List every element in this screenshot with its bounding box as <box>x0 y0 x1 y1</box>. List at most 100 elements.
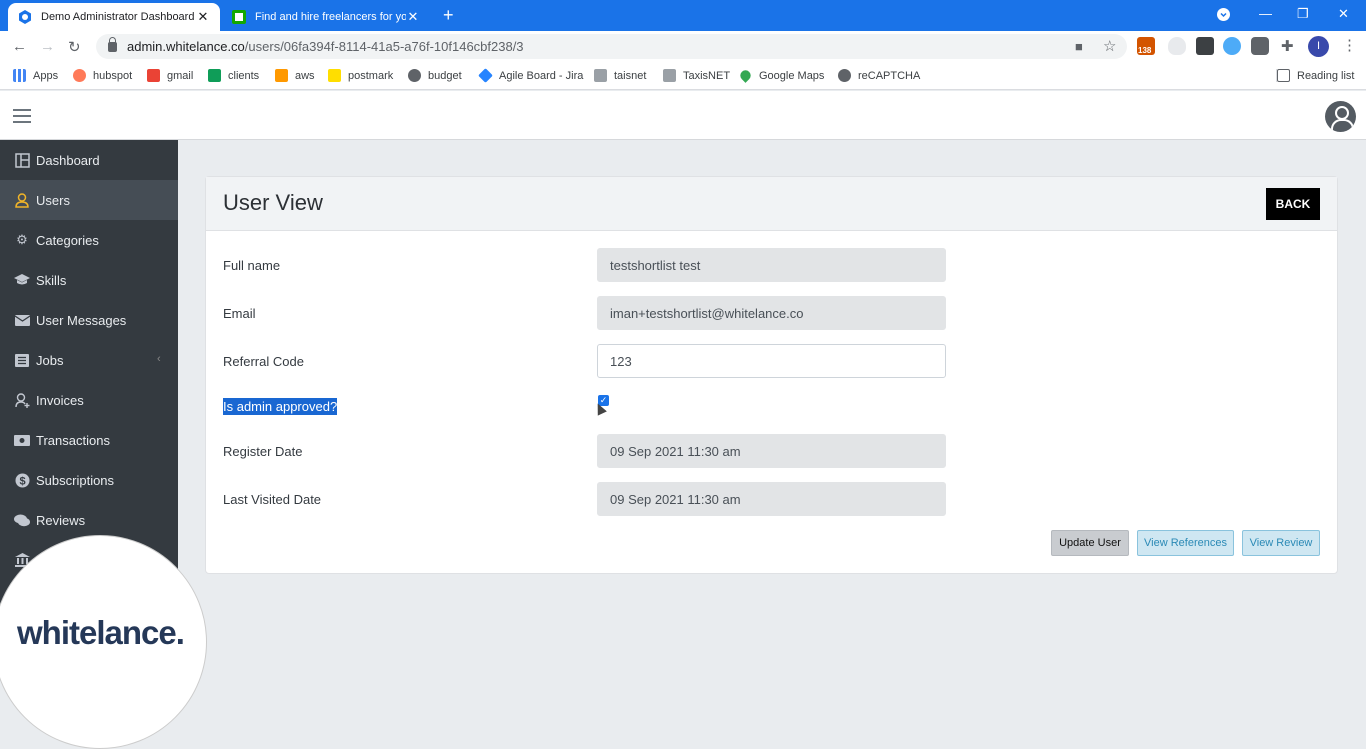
sidebar-item-users[interactable]: Users <box>0 180 178 220</box>
back-arrow-icon[interactable]: ← <box>12 38 27 55</box>
email-label: Email <box>223 306 256 321</box>
bookmarks-bar: Apps hubspot gmail clients aws postmark … <box>0 62 1366 90</box>
restore-icon[interactable]: ❐ <box>1297 6 1309 22</box>
bookmark-recaptcha[interactable]: reCAPTCHA <box>838 69 920 82</box>
bookmark-aws[interactable]: aws <box>275 69 315 82</box>
chevron-left-icon: ‹ <box>157 353 161 365</box>
url-path: /users/06fa394f-8114-41a5-a76f-10f146cbf… <box>244 39 524 54</box>
bookmark-postmark[interactable]: postmark <box>328 69 393 82</box>
bookmark-label: budget <box>428 69 462 82</box>
browser-tab-freelancers[interactable]: Find and hire freelancers for you ✕ <box>222 3 430 31</box>
minimize-icon[interactable]: — <box>1259 6 1272 21</box>
sidebar-item-label: Users <box>36 192 70 208</box>
sheets-icon <box>208 69 221 82</box>
lock-icon <box>108 36 117 52</box>
hamburger-menu-icon[interactable] <box>13 109 31 123</box>
full-name-field[interactable]: testshortlist test <box>597 248 946 282</box>
chrome-menu-icon[interactable]: ⋮ <box>1342 36 1357 54</box>
close-tab-icon[interactable]: ✕ <box>406 9 420 25</box>
bookmark-label: TaxisNET <box>683 69 731 82</box>
sidebar-item-transactions[interactable]: Transactions <box>0 420 178 460</box>
sidebar-item-label: Dashboard <box>36 152 100 168</box>
bookmark-label: Apps <box>33 69 59 82</box>
screenshot-extension-icon[interactable] <box>1251 37 1269 55</box>
sidebar-item-skills[interactable]: Skills <box>0 260 178 300</box>
bookmark-google-maps[interactable]: Google Maps <box>738 68 824 83</box>
close-tab-icon[interactable]: ✕ <box>196 9 210 25</box>
forward-arrow-icon[interactable]: → <box>40 38 55 55</box>
bookmark-label: clients <box>228 69 260 82</box>
reading-list-icon <box>1277 69 1290 82</box>
app-header <box>0 91 1366 140</box>
view-references-button[interactable]: View References <box>1137 530 1234 556</box>
email-field[interactable]: iman+testshortlist@whitelance.co <box>597 296 946 330</box>
tab-title: Demo Administrator Dashboard <box>41 11 195 23</box>
bookmark-jira[interactable]: Agile Board - Jira <box>478 68 584 83</box>
jira-icon <box>478 68 493 83</box>
referral-code-field[interactable]: 123 <box>597 344 946 378</box>
page-title: User View <box>223 190 323 215</box>
sidebar-item-subscriptions[interactable]: $ Subscriptions <box>0 460 178 500</box>
bookmark-clients[interactable]: clients <box>208 69 259 82</box>
register-date-field[interactable]: 09 Sep 2021 11:30 am <box>597 434 946 468</box>
reload-icon[interactable]: ↻ <box>68 38 81 56</box>
tab-search-icon[interactable] <box>1217 8 1230 24</box>
aws-icon <box>275 69 288 82</box>
address-bar[interactable]: admin.whitelance.co/users/06fa394f-8114-… <box>96 34 1127 59</box>
referral-code-label: Referral Code <box>223 354 304 369</box>
shield-extension-icon[interactable] <box>1168 37 1186 55</box>
back-button[interactable]: BACK <box>1266 188 1320 220</box>
dashboard-icon <box>14 152 30 168</box>
bookmark-taxisnet[interactable]: TaxisNET <box>663 69 730 82</box>
profile-avatar[interactable]: I <box>1308 36 1329 57</box>
puzzle-extensions-icon[interactable]: ✚ <box>1281 37 1294 55</box>
sidebar-item-jobs[interactable]: Jobs ‹ <box>0 340 178 380</box>
sidebar-item-dashboard[interactable]: Dashboard <box>0 140 178 180</box>
browser-tab-dashboard[interactable]: Demo Administrator Dashboard ✕ <box>8 3 220 31</box>
user-plus-icon <box>14 392 30 408</box>
envelope-icon <box>14 312 30 328</box>
update-user-button[interactable]: Update User <box>1051 530 1129 556</box>
bookmark-star-icon[interactable]: ☆ <box>1103 37 1116 55</box>
globe-icon <box>408 69 421 82</box>
last-visited-label: Last Visited Date <box>223 492 322 507</box>
sidebar-item-invoices[interactable]: Invoices <box>0 380 178 420</box>
bookmark-label: taisnet <box>614 69 647 82</box>
calendar-extension-icon[interactable]: 138 <box>1137 37 1155 55</box>
view-review-button[interactable]: View Review <box>1242 530 1320 556</box>
bookmark-label: postmark <box>348 69 394 82</box>
comments-icon <box>14 512 30 528</box>
sidebar-item-user-messages[interactable]: User Messages <box>0 300 178 340</box>
full-name-label: Full name <box>223 258 281 273</box>
sidebar-item-label: Invoices <box>36 392 84 408</box>
camera-icon[interactable]: ■ <box>1075 39 1083 54</box>
snowflake-extension-icon[interactable] <box>1223 37 1241 55</box>
bookmark-hubspot[interactable]: hubspot <box>73 69 132 82</box>
dollar-icon: $ <box>14 472 30 488</box>
whitelance-logo: whitelance. <box>17 614 185 651</box>
bookmark-label: Agile Board - Jira <box>499 69 584 82</box>
bookmark-apps[interactable]: Apps <box>13 69 58 82</box>
sidebar-item-categories[interactable]: ⚙ Categories <box>0 220 178 260</box>
sidebar-item-reviews[interactable]: Reviews <box>0 500 178 540</box>
bookmark-gmail[interactable]: gmail <box>147 69 193 82</box>
postmark-icon <box>328 69 341 82</box>
sidebar-item-label: User Messages <box>36 312 127 328</box>
admin-approved-label: Is admin approved? <box>223 398 338 415</box>
bookmark-budget[interactable]: budget <box>408 69 462 82</box>
new-tab-icon[interactable]: + <box>443 5 454 26</box>
bookmark-label: gmail <box>167 69 194 82</box>
reading-list[interactable]: Reading list <box>1276 69 1354 82</box>
bookmark-taisnet[interactable]: taisnet <box>594 69 646 82</box>
close-window-icon[interactable]: ✕ <box>1338 6 1349 22</box>
sidebar-item-label: Skills <box>36 272 67 288</box>
last-visited-field[interactable]: 09 Sep 2021 11:30 am <box>597 482 946 516</box>
user-avatar-icon[interactable] <box>1325 101 1356 132</box>
list-icon <box>14 352 30 368</box>
browser-toolbar: ← → ↻ admin.whitelance.co/users/06fa394f… <box>0 31 1366 62</box>
profile-initial: I <box>1316 40 1321 52</box>
apps-grid-icon <box>13 69 26 82</box>
bookmark-label: aws <box>295 69 315 82</box>
dark-extension-icon[interactable] <box>1196 37 1214 55</box>
money-icon <box>14 432 30 448</box>
